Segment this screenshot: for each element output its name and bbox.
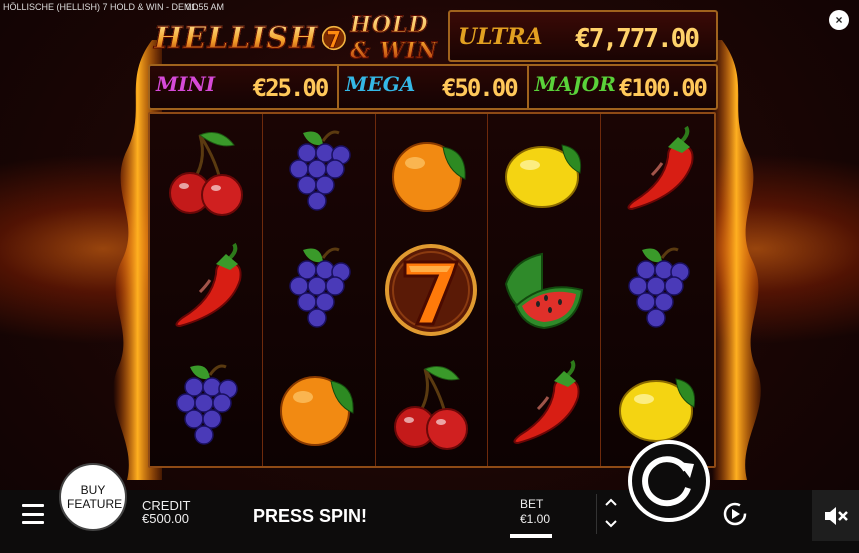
reel-1	[150, 114, 263, 466]
buy-feature-label[interactable]: BUY FEATURE	[67, 483, 122, 511]
cherry-icon	[376, 349, 488, 466]
jackpot-grand: ULTRA €7,777.00	[448, 10, 718, 62]
seven-icon	[376, 231, 488, 348]
orange-icon	[263, 349, 375, 466]
orange-icon	[376, 114, 488, 231]
reel-grid	[148, 112, 716, 468]
flames-right-decoration	[712, 40, 761, 480]
bet-value: €1.00	[520, 512, 551, 526]
cherry-icon	[150, 114, 262, 231]
logo-word-hellish: HELLISH	[153, 20, 319, 56]
chevron-up-icon[interactable]	[603, 496, 619, 508]
jackpot-mini-value: €25.00	[252, 74, 330, 102]
game-logo: HELLISH HOLD & WIN	[153, 12, 444, 65]
status-message: PRESS SPIN!	[253, 506, 368, 526]
sound-muted-icon[interactable]	[823, 505, 849, 527]
credit-value: €500.00	[142, 511, 189, 526]
reel-3	[376, 114, 489, 466]
jackpot-mega: MEGA €50.00	[339, 66, 529, 108]
chili-icon	[601, 114, 714, 231]
chili-icon	[488, 349, 600, 466]
hamburger-icon[interactable]	[22, 504, 44, 524]
close-icon[interactable]: ×	[835, 13, 842, 27]
jackpot-mini: MINI €25.00	[150, 66, 340, 108]
jackpot-mega-label: MEGA	[345, 72, 416, 96]
reel-5	[601, 114, 714, 466]
reel-4	[488, 114, 602, 466]
buy-feature-button[interactable]: BUY FEATURE	[59, 463, 127, 531]
lemon-icon	[488, 114, 600, 231]
divider	[596, 494, 597, 534]
jackpot-major: MAJOR €100.00	[529, 66, 716, 108]
watermelon-icon	[488, 231, 600, 348]
jackpot-major-value: €100.00	[618, 74, 708, 102]
autoplay-icon[interactable]	[722, 501, 748, 527]
reel-2	[263, 114, 376, 466]
logo-seven-icon	[322, 25, 347, 51]
jackpot-grand-label: ULTRA	[458, 24, 543, 50]
chevron-down-icon[interactable]	[603, 518, 619, 530]
grapes-icon	[150, 349, 262, 466]
jackpot-mini-label: MINI	[156, 72, 216, 96]
close-button[interactable]: ×	[829, 10, 849, 30]
chili-icon	[150, 231, 262, 348]
logo-word-hold-win: HOLD & WIN	[350, 12, 444, 65]
grapes-icon	[263, 231, 375, 348]
bet-label: BET	[520, 497, 544, 511]
game-header: HELLISH HOLD & WIN ULTRA €7,777.00 MINI …	[148, 6, 720, 110]
grapes-icon	[601, 231, 714, 348]
sound-button[interactable]	[812, 490, 859, 541]
jackpot-mega-value: €50.00	[441, 74, 519, 102]
bet-underline	[510, 534, 552, 538]
jackpot-major-label: MAJOR	[534, 72, 616, 96]
grapes-icon	[263, 114, 375, 231]
jackpot-row: MINI €25.00 MEGA €50.00 MAJOR €100.00	[148, 64, 718, 110]
spin-button[interactable]	[628, 440, 710, 522]
bet-display[interactable]: BET €1.00	[510, 496, 552, 538]
jackpot-grand-value: €7,777.00	[575, 24, 700, 54]
